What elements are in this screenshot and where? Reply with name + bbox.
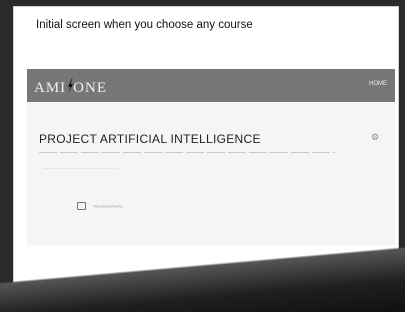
announcements-link[interactable]: Announcements — [77, 197, 122, 215]
logo-prefix: AMI — [34, 80, 67, 96]
presentation-frame: Initial screen when you choose any cours… — [0, 0, 405, 312]
course-title: PROJECT ARTIFICIAL INTELLIGENCE — [39, 132, 261, 146]
course-content: PROJECT ARTIFICIAL INTELLIGENCE ⚙ Announ… — [27, 102, 395, 245]
slide-decoration — [0, 242, 405, 312]
logo-bolt-icon — [68, 78, 74, 94]
logo-suffix: ONE — [73, 80, 107, 96]
slide-caption: Initial screen when you choose any cours… — [36, 19, 253, 31]
app-header: AMI ONE HOME — [27, 69, 395, 102]
announcement-icon — [77, 201, 86, 210]
amizone-logo[interactable]: AMI ONE — [34, 76, 107, 97]
gear-icon[interactable]: ⚙ — [371, 132, 379, 143]
breadcrumb[interactable] — [39, 152, 335, 153]
home-link[interactable]: HOME — [369, 81, 387, 87]
course-screen: AMI ONE HOME PROJECT ARTIFICIAL INTELLIGE… — [27, 69, 395, 245]
divider — [43, 168, 118, 169]
announcements-label: Announcements — [93, 203, 123, 209]
